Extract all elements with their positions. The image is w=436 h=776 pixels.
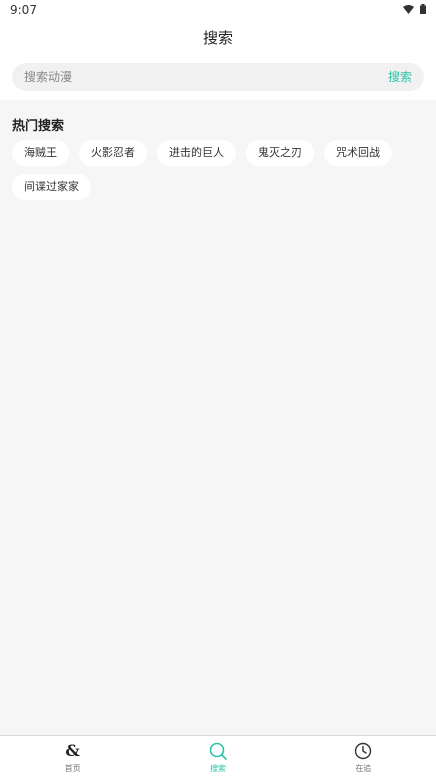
hot-tag[interactable]: 咒术回战 xyxy=(324,140,392,166)
header: 搜索 xyxy=(0,24,436,52)
search-icon xyxy=(208,741,228,761)
hot-tag[interactable]: 鬼灭之刃 xyxy=(246,140,314,166)
hot-tag[interactable]: 火影忍者 xyxy=(79,140,147,166)
hot-tag[interactable]: 进击的巨人 xyxy=(157,140,236,166)
home-logo-icon: & xyxy=(65,741,80,760)
status-icons xyxy=(403,4,426,14)
status-time: 9:07 xyxy=(10,3,37,17)
wifi-icon xyxy=(403,4,414,14)
top-area: 9:07 搜索 搜索 xyxy=(0,0,436,100)
battery-icon xyxy=(420,4,426,14)
bottom-nav: & 首页 搜索 在追 xyxy=(0,735,436,776)
content-area: 热门搜索 海贼王 火影忍者 进击的巨人 鬼灭之刃 咒术回战 间谍过家家 xyxy=(0,100,436,735)
hot-tag[interactable]: 间谍过家家 xyxy=(12,174,91,200)
app-root: 9:07 搜索 搜索 热门搜索 海贼王 火影忍者 进击的巨人 鬼灭之刃 xyxy=(0,0,436,776)
hot-search-title: 热门搜索 xyxy=(12,119,65,134)
hot-tag[interactable]: 海贼王 xyxy=(12,140,69,166)
nav-label-search: 搜索 xyxy=(209,764,226,773)
nav-item-home[interactable]: & 首页 xyxy=(0,736,145,776)
hot-search-tags: 海贼王 火影忍者 进击的巨人 鬼灭之刃 咒术回战 间谍过家家 xyxy=(12,140,428,200)
status-bar: 9:07 xyxy=(0,0,436,20)
search-input[interactable] xyxy=(24,63,354,91)
nav-label-home: 首页 xyxy=(64,764,81,773)
clock-icon xyxy=(353,741,373,761)
search-button[interactable]: 搜索 xyxy=(388,63,412,91)
nav-label-following: 在追 xyxy=(355,764,372,773)
nav-item-search[interactable]: 搜索 xyxy=(145,736,290,776)
nav-item-following[interactable]: 在追 xyxy=(291,736,436,776)
search-bar: 搜索 xyxy=(12,63,424,91)
page-title: 搜索 xyxy=(202,29,233,47)
